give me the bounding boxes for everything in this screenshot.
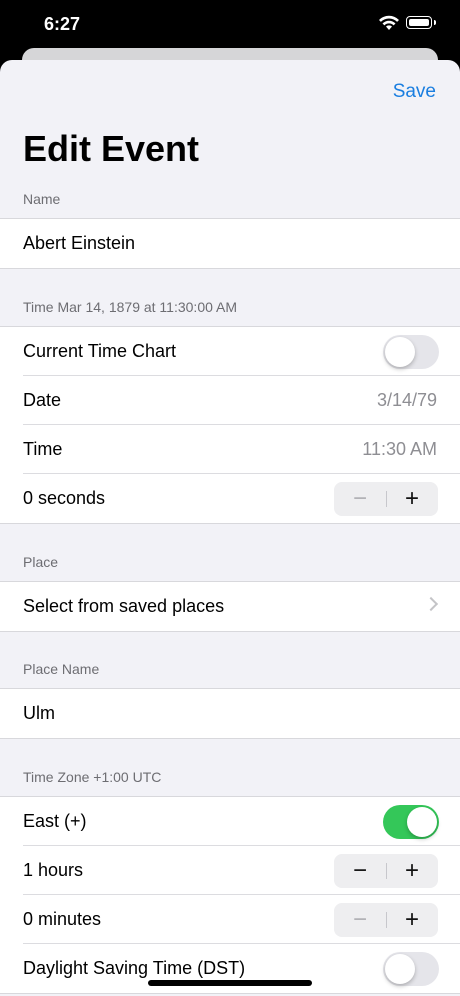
minutes-label: 0 minutes: [23, 909, 102, 929]
east-label: East (+): [23, 811, 87, 831]
seconds-label: 0 seconds: [23, 488, 106, 508]
seconds-stepper[interactable]: − +: [334, 482, 438, 516]
name-value: Abert Einstein: [23, 233, 136, 253]
date-value[interactable]: 3/14/79: [377, 390, 437, 411]
place-name-group: Ulm: [0, 688, 460, 739]
place-name-field[interactable]: Ulm: [0, 689, 460, 738]
current-time-chart-toggle[interactable]: [383, 335, 439, 369]
page-title: Edit Event: [23, 128, 200, 169]
wifi-icon: [379, 15, 399, 30]
seconds-row: 0 seconds − +: [0, 474, 460, 523]
current-time-chart-label: Current Time Chart: [23, 341, 177, 361]
home-indicator: [148, 980, 312, 986]
time-group: Current Time Chart Date 3/14/79 Time 11:…: [0, 326, 460, 524]
date-label: Date: [23, 390, 62, 410]
status-time: 6:27: [44, 14, 81, 34]
toggle-knob: [407, 807, 437, 837]
time-label: Time: [23, 439, 63, 459]
hours-decrement-button[interactable]: −: [334, 854, 386, 888]
chevron-right-icon: [423, 596, 439, 612]
hours-label: 1 hours: [23, 860, 84, 880]
east-toggle[interactable]: [383, 805, 439, 839]
toggle-knob: [385, 337, 415, 367]
select-saved-place-row[interactable]: Select from saved places: [0, 582, 460, 631]
minutes-stepper[interactable]: − +: [334, 903, 438, 937]
name-section-header: Name: [23, 191, 61, 207]
current-time-chart-row: Current Time Chart: [0, 327, 460, 376]
hours-row: 1 hours − +: [0, 846, 460, 895]
place-group: Select from saved places: [0, 581, 460, 632]
name-group: Abert Einstein: [0, 218, 460, 269]
status-bar: 6:27: [0, 0, 460, 50]
edit-event-sheet: Save Edit Event Name Abert Einstein Time…: [0, 60, 460, 996]
hours-increment-button[interactable]: +: [386, 854, 438, 888]
select-saved-place-label: Select from saved places: [23, 596, 225, 616]
battery-icon: [406, 16, 436, 29]
seconds-decrement-button[interactable]: −: [334, 482, 386, 516]
timezone-group: East (+) 1 hours − + 0 minutes − + Dayli…: [0, 796, 460, 994]
dst-label: Daylight Saving Time (DST): [23, 958, 246, 978]
minutes-decrement-button[interactable]: −: [334, 903, 386, 937]
timezone-section-header: Time Zone +1:00 UTC: [23, 769, 162, 785]
place-name-section-header: Place Name: [23, 661, 100, 677]
name-field[interactable]: Abert Einstein: [0, 219, 460, 268]
place-name-value: Ulm: [23, 703, 55, 723]
toggle-knob: [385, 954, 415, 984]
time-row[interactable]: Time 11:30 AM: [0, 425, 460, 474]
east-row: East (+): [0, 797, 460, 846]
seconds-increment-button[interactable]: +: [386, 482, 438, 516]
minutes-row: 0 minutes − +: [0, 895, 460, 944]
hours-stepper[interactable]: − +: [334, 854, 438, 888]
place-section-header: Place: [23, 554, 59, 570]
time-value[interactable]: 11:30 AM: [362, 439, 437, 460]
dst-toggle[interactable]: [383, 952, 439, 986]
save-button[interactable]: Save: [393, 81, 436, 103]
time-section-header: Time Mar 14, 1879 at 11:30:00 AM: [23, 299, 238, 315]
date-row[interactable]: Date 3/14/79: [0, 376, 460, 425]
minutes-increment-button[interactable]: +: [386, 903, 438, 937]
